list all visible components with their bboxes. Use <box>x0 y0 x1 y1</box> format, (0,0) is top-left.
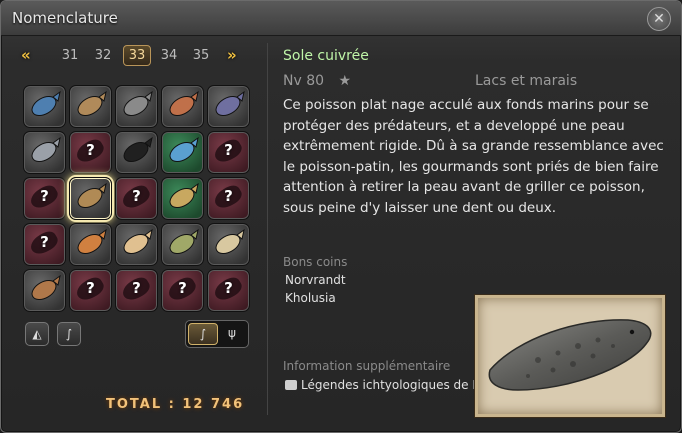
fish-icon <box>77 90 107 116</box>
unknown-mark: ? <box>86 279 95 297</box>
unknown-mark: ? <box>178 279 187 297</box>
fish-slot[interactable] <box>161 223 204 266</box>
fish-icon <box>169 136 199 162</box>
page-31[interactable]: 31 <box>57 48 83 63</box>
fish-slot[interactable] <box>23 85 66 128</box>
unknown-mark: ? <box>40 187 49 205</box>
next-page-icon[interactable]: » <box>227 46 237 64</box>
fish-icon <box>123 136 153 162</box>
unknown-mark: ? <box>224 141 233 159</box>
fish-icon <box>215 228 245 254</box>
unknown-fish-slot[interactable]: ? <box>115 177 158 220</box>
prev-page-icon[interactable]: « <box>21 46 31 64</box>
rod-mode-icon[interactable]: ∫ <box>188 323 218 345</box>
source-text: Légendes ichtyologiques de Norv <box>301 378 485 392</box>
title-bar[interactable]: Nomenclature ✕ <box>1 1 681 36</box>
unknown-mark: ? <box>132 279 141 297</box>
fishing-mode-toggle[interactable]: ∫ ψ <box>185 320 249 348</box>
fish-icon <box>123 228 153 254</box>
fish-filter-icon[interactable]: ◭ <box>25 322 49 346</box>
fish-icon <box>31 90 61 116</box>
selected-fish-slot[interactable] <box>69 177 112 220</box>
extra-info-label: Information supplémentaire <box>283 359 451 373</box>
unknown-mark: ? <box>40 233 49 251</box>
unknown-fish-slot[interactable]: ? <box>161 269 204 312</box>
fish-icon <box>169 228 199 254</box>
star-icon: ★ <box>338 73 352 89</box>
total-count: TOTAL : 12 746 <box>106 397 245 412</box>
page-34[interactable]: 34 <box>156 48 182 63</box>
fish-slot[interactable] <box>207 223 250 266</box>
level-text: Nv 80 <box>283 73 325 89</box>
window-title: Nomenclature <box>12 9 118 27</box>
spear-mode-icon[interactable]: ψ <box>218 323 246 343</box>
fish-slot[interactable] <box>161 177 204 220</box>
fish-icon <box>169 90 199 116</box>
fish-slot[interactable] <box>69 85 112 128</box>
fish-icon <box>169 182 199 208</box>
fish-icon <box>77 228 107 254</box>
spots-label: Bons coins <box>283 255 348 269</box>
fish-habitat: Lacs et marais <box>475 73 578 89</box>
fish-icon <box>77 182 107 208</box>
unknown-fish-slot[interactable]: ? <box>69 131 112 174</box>
unknown-fish-slot[interactable]: ? <box>23 223 66 266</box>
fish-slot[interactable] <box>115 131 158 174</box>
unknown-fish-slot[interactable]: ? <box>23 177 66 220</box>
fish-slot[interactable] <box>115 223 158 266</box>
fish-slot[interactable] <box>23 131 66 174</box>
fish-slot[interactable] <box>161 131 204 174</box>
fish-slot[interactable] <box>161 85 204 128</box>
unknown-mark: ? <box>132 187 141 205</box>
unknown-mark: ? <box>224 279 233 297</box>
fish-icon <box>123 90 153 116</box>
fish-description: Ce poisson plat nage acculé aux fonds ma… <box>283 97 664 216</box>
unknown-mark: ? <box>224 187 233 205</box>
fish-slot[interactable] <box>115 85 158 128</box>
unknown-fish-slot[interactable]: ? <box>115 269 158 312</box>
page-33[interactable]: 33 <box>123 45 151 66</box>
unknown-fish-slot[interactable]: ? <box>207 269 250 312</box>
fish-icon <box>31 274 61 300</box>
close-icon[interactable]: ✕ <box>647 7 671 31</box>
extra-info-source[interactable]: Légendes ichtyologiques de Norv <box>285 378 485 392</box>
divider <box>267 43 268 415</box>
fish-level: Nv 80 ★ <box>283 73 351 89</box>
fish-guide-window: Nomenclature ✕ « 31 32 33 34 35 » ??????… <box>0 0 682 433</box>
fish-icon <box>31 136 61 162</box>
fish-slot[interactable] <box>207 85 250 128</box>
unknown-fish-slot[interactable]: ? <box>207 177 250 220</box>
fish-slot[interactable] <box>69 223 112 266</box>
unknown-fish-slot[interactable]: ? <box>69 269 112 312</box>
fish-slot[interactable] <box>23 269 66 312</box>
page-35[interactable]: 35 <box>188 48 214 63</box>
book-icon <box>285 380 297 390</box>
fish-icon <box>215 90 245 116</box>
fish-name: Sole cuivrée <box>283 48 369 64</box>
rod-filter-icon[interactable]: ∫ <box>57 322 81 346</box>
spot-zone[interactable]: Kholusia <box>285 291 336 305</box>
spot-region: Norvrandt <box>285 273 346 287</box>
unknown-mark: ? <box>86 141 95 159</box>
page-32[interactable]: 32 <box>90 48 116 63</box>
fish-illustration <box>475 295 665 417</box>
sole-fish-image <box>488 319 652 391</box>
unknown-fish-slot[interactable]: ? <box>207 131 250 174</box>
